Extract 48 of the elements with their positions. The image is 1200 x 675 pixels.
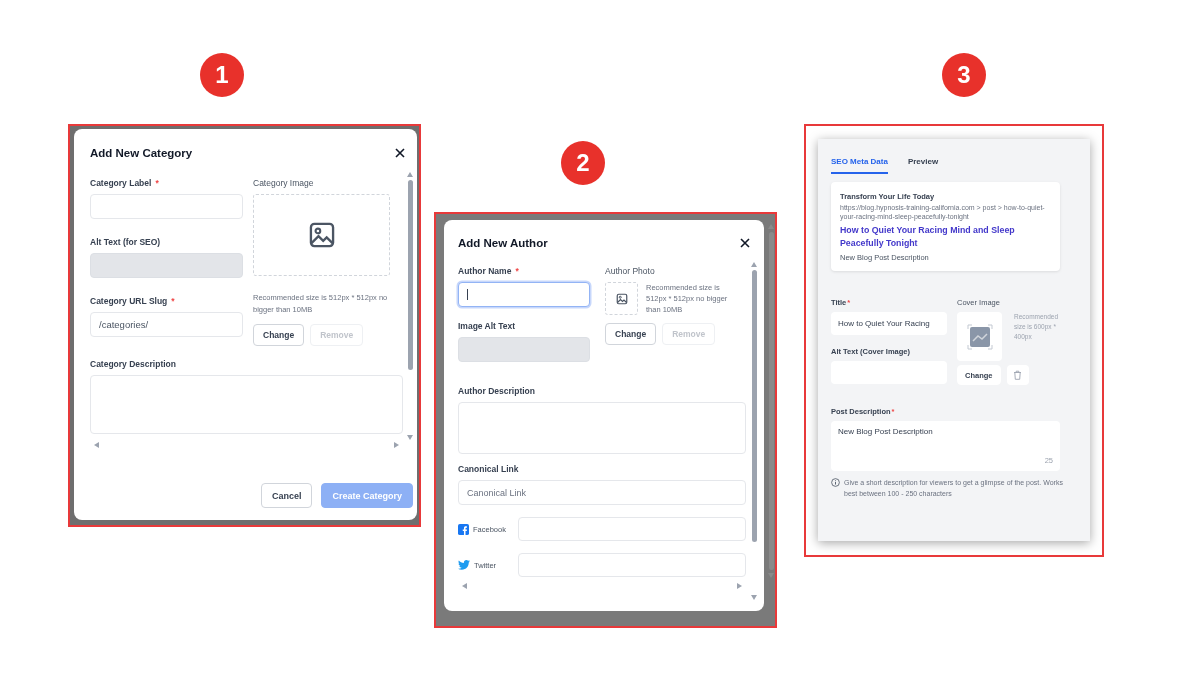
number-badge: 2 [561, 141, 605, 185]
field-label: Category URL Slug [90, 296, 168, 306]
dialog-title: Add New Category [90, 147, 193, 159]
required-mark: * [155, 178, 159, 188]
preview-link[interactable]: How to Quiet Your Racing Mind and Sleep Peacefully Tonight [840, 224, 1051, 250]
cover-image-box[interactable] [957, 312, 1002, 361]
image-dropzone[interactable] [253, 194, 390, 276]
required-mark: * [515, 266, 519, 276]
image-icon [307, 221, 336, 249]
input-field[interactable]: How to Quiet Your Racing [831, 312, 947, 335]
facebook-icon [458, 523, 469, 535]
field-label: Author Photo [605, 266, 655, 276]
field-label: Image Alt Text [458, 321, 516, 331]
description-field[interactable] [90, 375, 403, 434]
scroll-right-icon[interactable] [394, 442, 399, 448]
number-badge: 3 [942, 53, 986, 97]
image-icon [615, 292, 628, 305]
trash-icon [1013, 370, 1022, 380]
dialog-title: Add New Author [458, 237, 548, 249]
image-button[interactable]: Change [605, 323, 657, 345]
input-field[interactable] [458, 282, 590, 307]
number-badge: 1 [200, 53, 244, 97]
input-field[interactable]: /categories/ [90, 312, 243, 337]
field-label: Category Label [90, 178, 152, 188]
field-label: Category Image [253, 178, 314, 188]
required-mark: * [171, 296, 175, 306]
field-label: Author Name [458, 266, 512, 276]
photo-dropzone[interactable] [605, 282, 638, 315]
tab[interactable]: SEO Meta Data [831, 157, 888, 174]
tab[interactable]: Preview [907, 157, 939, 174]
field-label: Author Description [458, 386, 535, 396]
info-icon [831, 478, 840, 487]
image-button[interactable]: Change [253, 324, 305, 346]
delete-button[interactable] [1006, 365, 1029, 385]
bird-icon [458, 560, 470, 570]
scroll-left-icon[interactable] [462, 583, 467, 589]
field-label: Category Description [90, 359, 176, 369]
scroll-right-icon[interactable] [737, 583, 743, 589]
field-label: Canonical Link [458, 464, 519, 474]
close-icon[interactable] [395, 148, 405, 158]
scroll-left-icon[interactable] [94, 442, 99, 448]
dialog-button[interactable]: Cancel [260, 483, 313, 508]
description-field[interactable] [458, 402, 747, 454]
image-icon [966, 323, 993, 350]
field-label: Alt Text (for SEO) [90, 237, 161, 247]
text-cursor [467, 289, 468, 300]
close-icon[interactable] [740, 238, 751, 248]
field-value: New Blog Post Description [838, 427, 934, 436]
